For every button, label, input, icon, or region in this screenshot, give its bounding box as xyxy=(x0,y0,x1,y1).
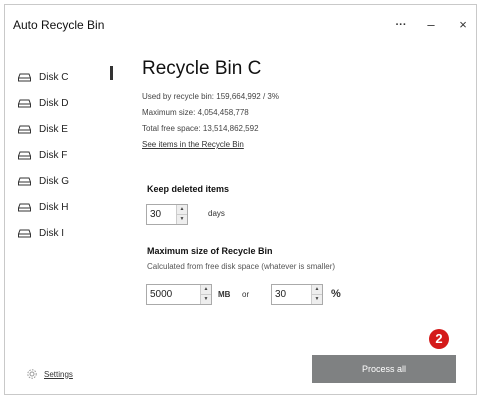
settings-label[interactable]: Settings xyxy=(44,370,73,379)
main-panel: Recycle Bin C Used by recycle bin: 159,6… xyxy=(142,58,462,152)
increment-button[interactable]: ▲ xyxy=(177,205,187,215)
title-bar: Auto Recycle Bin ··· – × xyxy=(5,5,476,43)
drive-icon xyxy=(18,151,31,160)
see-items-link[interactable]: See items in the Recycle Bin xyxy=(142,140,244,149)
gear-icon xyxy=(26,368,38,380)
days-unit: days xyxy=(208,209,225,218)
sidebar-item-disk-g[interactable]: Disk G xyxy=(18,168,108,194)
mb-value[interactable]: 5000 xyxy=(147,285,200,304)
percent-unit: % xyxy=(331,288,341,300)
decrement-button[interactable]: ▼ xyxy=(201,295,211,304)
sidebar-item-disk-c[interactable]: Disk C xyxy=(18,64,108,90)
sidebar-item-label: Disk C xyxy=(39,71,69,83)
drive-icon xyxy=(18,73,31,82)
step-badge: 2 xyxy=(429,329,449,349)
sidebar-item-label: Disk I xyxy=(39,227,64,239)
sidebar-item-disk-f[interactable]: Disk F xyxy=(18,142,108,168)
disk-sidebar: Disk C Disk D Disk E Disk F Disk G Disk … xyxy=(18,64,108,246)
mb-stepper[interactable]: 5000 ▲ ▼ xyxy=(146,284,212,305)
used-text: Used by recycle bin: 159,664,992 / 3% xyxy=(142,92,279,101)
minimize-button[interactable]: – xyxy=(419,14,443,36)
keep-deleted-title: Keep deleted items xyxy=(147,184,230,194)
max-size-title: Maximum size of Recycle Bin xyxy=(147,246,273,256)
percent-spin: ▲ ▼ xyxy=(311,285,322,304)
sidebar-item-label: Disk G xyxy=(39,175,69,187)
keep-days-value[interactable]: 30 xyxy=(147,205,176,224)
selection-indicator xyxy=(110,66,113,80)
drive-icon xyxy=(18,177,31,186)
percent-stepper[interactable]: 30 ▲ ▼ xyxy=(271,284,323,305)
mb-spin: ▲ ▼ xyxy=(200,285,211,304)
decrement-button[interactable]: ▼ xyxy=(312,295,322,304)
or-label: or xyxy=(242,290,250,299)
disk-info: Used by recycle bin: 159,664,992 / 3% Ma… xyxy=(142,88,462,152)
sidebar-item-label: Disk F xyxy=(39,149,68,161)
sidebar-item-disk-d[interactable]: Disk D xyxy=(18,90,108,116)
increment-button[interactable]: ▲ xyxy=(201,285,211,295)
mb-unit: MB xyxy=(218,290,231,299)
increment-button[interactable]: ▲ xyxy=(312,285,322,295)
decrement-button[interactable]: ▼ xyxy=(177,215,187,224)
max-size-text: Maximum size: 4,054,458,778 xyxy=(142,108,249,117)
max-size-subtitle: Calculated from free disk space (whateve… xyxy=(147,262,336,271)
sidebar-item-disk-h[interactable]: Disk H xyxy=(18,194,108,220)
settings-link[interactable]: Settings xyxy=(26,368,73,380)
sidebar-item-disk-i[interactable]: Disk I xyxy=(18,220,108,246)
drive-icon xyxy=(18,99,31,108)
free-space-text: Total free space: 13,514,862,592 xyxy=(142,124,259,133)
keep-days-spin: ▲ ▼ xyxy=(176,205,187,224)
drive-icon xyxy=(18,229,31,238)
keep-days-stepper[interactable]: 30 ▲ ▼ xyxy=(146,204,188,225)
sidebar-item-disk-e[interactable]: Disk E xyxy=(18,116,108,142)
page-title: Recycle Bin C xyxy=(142,58,262,79)
drive-icon xyxy=(18,125,31,134)
sidebar-item-label: Disk E xyxy=(39,123,68,135)
window-title: Auto Recycle Bin xyxy=(13,18,105,32)
sidebar-item-label: Disk D xyxy=(39,97,69,109)
percent-value[interactable]: 30 xyxy=(272,285,311,304)
drive-icon xyxy=(18,203,31,212)
sidebar-item-label: Disk H xyxy=(39,201,69,213)
more-options-button[interactable]: ··· xyxy=(389,14,413,36)
process-all-button[interactable]: Process all xyxy=(312,355,456,383)
close-button[interactable]: × xyxy=(451,14,475,36)
